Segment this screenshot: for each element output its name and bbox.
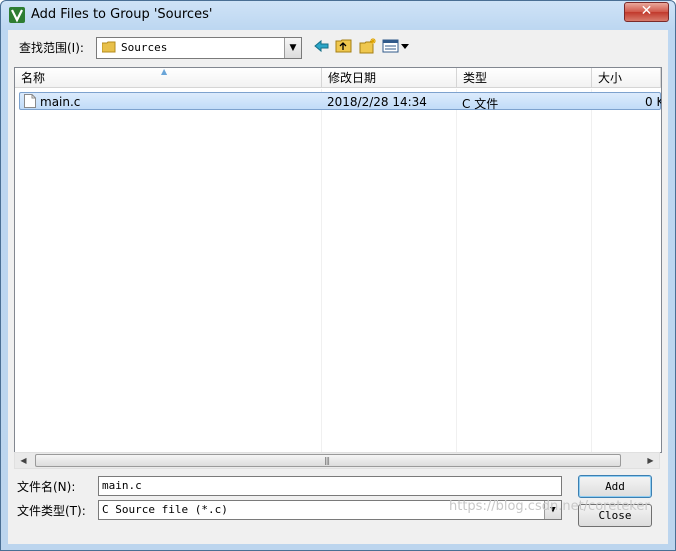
scrollbar-thumb[interactable]: ||| bbox=[35, 454, 621, 467]
watermark-text: https://blog.csdn.net/coreteker bbox=[449, 499, 650, 514]
dialog-body: 查找范围(I): Sources ▼ 名称 ▲ 修改日期 类型 大小 main.… bbox=[8, 30, 668, 544]
scroll-right-icon[interactable]: ▶ bbox=[642, 453, 659, 468]
look-in-combo[interactable]: Sources ▼ bbox=[96, 37, 302, 59]
horizontal-scrollbar[interactable]: ◀ ||| ▶ bbox=[14, 452, 660, 469]
folder-icon bbox=[102, 41, 116, 53]
file-modified: 2018/2/28 14:34 bbox=[327, 95, 427, 109]
file-list[interactable]: 名称 ▲ 修改日期 类型 大小 main.c 2018/2/28 14:34 C… bbox=[14, 67, 662, 453]
column-header-modified[interactable]: 修改日期 bbox=[322, 68, 457, 88]
title-bar[interactable]: Add Files to Group 'Sources' ✕ bbox=[1, 1, 675, 29]
scroll-left-icon[interactable]: ◀ bbox=[15, 453, 32, 468]
file-size: 0 K bbox=[645, 95, 661, 109]
filetype-label: 文件类型(T): bbox=[17, 504, 86, 518]
chevron-down-icon[interactable]: ▼ bbox=[284, 38, 301, 58]
keil-app-icon bbox=[9, 7, 25, 23]
look-in-label: 查找范围(I): bbox=[19, 41, 84, 55]
view-menu-icon[interactable] bbox=[382, 38, 412, 54]
back-arrow-icon[interactable] bbox=[313, 38, 331, 54]
window-title: Add Files to Group 'Sources' bbox=[31, 7, 213, 22]
add-button[interactable]: Add bbox=[578, 475, 652, 498]
up-folder-icon[interactable] bbox=[335, 38, 353, 54]
window-close-button[interactable]: ✕ bbox=[624, 2, 669, 22]
column-divider bbox=[321, 89, 322, 452]
column-divider bbox=[456, 89, 457, 452]
column-header-name[interactable]: 名称 ▲ bbox=[15, 68, 322, 88]
file-name: main.c bbox=[40, 95, 81, 109]
list-item[interactable]: main.c 2018/2/28 14:34 C 文件 0 K bbox=[19, 92, 661, 111]
column-header-type[interactable]: 类型 bbox=[457, 68, 592, 88]
new-folder-icon[interactable] bbox=[359, 38, 377, 54]
column-header-size[interactable]: 大小 bbox=[592, 68, 661, 88]
sort-ascending-icon: ▲ bbox=[161, 67, 168, 76]
look-in-value: Sources bbox=[121, 41, 168, 54]
dialog-window: Add Files to Group 'Sources' ✕ 查找范围(I): … bbox=[0, 0, 676, 551]
column-divider bbox=[591, 89, 592, 452]
filename-input[interactable]: main.c bbox=[98, 476, 562, 496]
grip-icon: ||| bbox=[324, 456, 330, 465]
file-icon bbox=[24, 94, 36, 108]
filename-label: 文件名(N): bbox=[17, 480, 76, 494]
filetype-value: C Source file (*.c) bbox=[102, 503, 228, 516]
file-type: C 文件 bbox=[462, 97, 499, 111]
